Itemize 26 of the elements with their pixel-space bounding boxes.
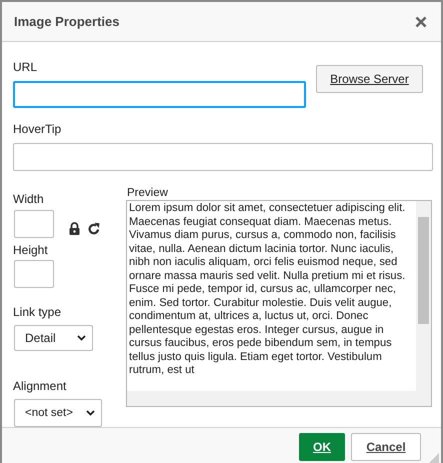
close-icon[interactable] [415, 16, 427, 28]
height-field[interactable] [14, 260, 54, 288]
link-type-select[interactable]: Detail [14, 325, 93, 351]
height-label: Height [13, 243, 49, 257]
refresh-icon[interactable] [88, 222, 100, 235]
vertical-scrollbar[interactable] [416, 201, 431, 391]
preview-label: Preview [127, 187, 169, 199]
preview-text: Lorem ipsum dolor sit amet, consectetuer adipiscing elit. Maecenas feugiat consequat diam. Maecenas metus. Vivamus diam purus, cursus a, commodo non, facilisis vitae, nulla. Aenean dictum lacinia tortor. Nunc iaculis, nibh non iaculis aliquam, orci felis euismod neque, sed ornare massa mauris sed velit. Nulla pretium mi et risus. Fusce mi pede, tempor id, cursus ac, ullamcorper nec, enim. Sed tortor. Curabitur molestie. Duis velit augue, condimentum at, ultrices a, luctus ut, orci. Donec pellentesque egestas eros. Integer cursus, augue in cursus faucibus, eros pede bibendum sem, in tempus tellus justo quis ligula. Etiam eget tortor. Vestibulum rutrum, est ut [128, 201, 406, 378]
caret-icon [77, 335, 86, 341]
browse-server-button[interactable]: Browse Server [316, 65, 423, 93]
alignment-label: Alignment [13, 379, 68, 393]
hovertip-label: HoverTip [13, 122, 62, 136]
hovertip-field[interactable] [13, 143, 433, 171]
horizontal-scrollbar[interactable] [127, 391, 431, 406]
ok-button[interactable]: OK [299, 433, 345, 461]
url-label: URL [13, 60, 38, 74]
lock-icon[interactable] [69, 222, 80, 235]
alignment-select[interactable]: <not set> [14, 399, 102, 427]
resize-grip-icon[interactable] [428, 453, 439, 463]
width-field[interactable] [14, 210, 54, 238]
width-label: Width [13, 192, 45, 206]
url-field[interactable] [13, 81, 306, 108]
cancel-button[interactable]: Cancel [351, 433, 421, 461]
link-type-label: Link type [13, 305, 62, 319]
dialog-title: Image Properties [14, 14, 120, 29]
caret-icon [86, 410, 95, 416]
